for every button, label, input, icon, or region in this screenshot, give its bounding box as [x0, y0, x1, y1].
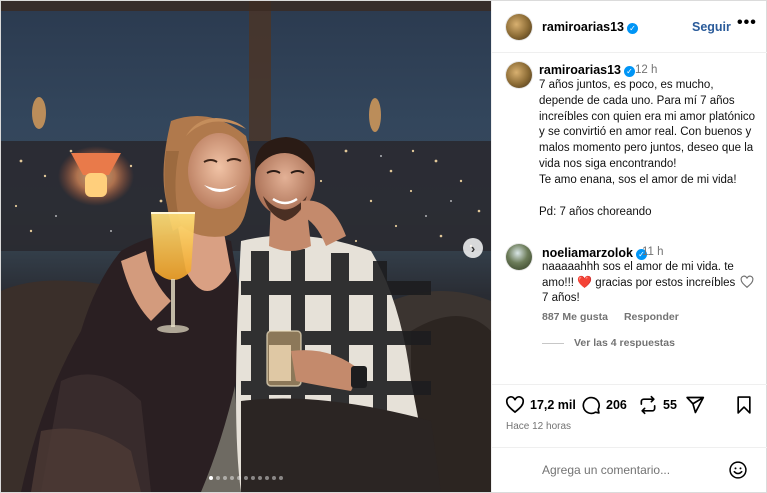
- commenter-username-text[interactable]: noeliamarzolok: [542, 246, 633, 260]
- comments-count: 206: [606, 398, 627, 412]
- carousel-dot: [237, 476, 241, 480]
- comment-like-heart-icon[interactable]: [740, 275, 754, 289]
- carousel-dot: [209, 476, 213, 480]
- like-button[interactable]: 17,2 mil: [505, 395, 576, 415]
- comment-meta: 887 Me gusta Responder: [542, 311, 679, 323]
- carousel-dots: [1, 476, 491, 480]
- comment-input[interactable]: [542, 460, 722, 480]
- carousel-dot: [272, 476, 276, 480]
- add-comment-bar: [492, 447, 767, 492]
- save-button[interactable]: [734, 395, 754, 415]
- commenter-username[interactable]: noeliamarzolok ✓: [542, 246, 647, 260]
- author-username-text[interactable]: ramiroarias13: [542, 20, 624, 34]
- carousel-dot: [216, 476, 220, 480]
- caption-username[interactable]: ramiroarias13 ✓: [539, 63, 636, 77]
- paper-plane-icon: [686, 396, 705, 414]
- emoji-icon[interactable]: [728, 460, 748, 480]
- reposts-count: 55: [663, 398, 677, 412]
- carousel-dot: [230, 476, 234, 480]
- carousel-dot: [244, 476, 248, 480]
- comment-text: naaaaahhh sos el amor de mi vida. te amo…: [542, 260, 740, 306]
- comment-timestamp[interactable]: 11 h: [642, 246, 664, 258]
- caption-body: 7 años juntos, es poco, es mucho, depend…: [539, 79, 756, 186]
- comment-bubble-icon: [582, 396, 600, 415]
- post-photo[interactable]: ›: [1, 1, 491, 492]
- chevron-right-icon: ›: [470, 240, 476, 256]
- post-time-ago[interactable]: Hace 12 horas: [506, 421, 571, 432]
- reply-button[interactable]: Responder: [624, 311, 679, 323]
- red-heart-emoji: ❤️: [577, 275, 593, 289]
- post-header: ramiroarias13 ✓ Seguir •••: [492, 1, 767, 53]
- caption-ps: Pd: 7 años choreando: [539, 205, 652, 218]
- next-image-button[interactable]: ›: [463, 238, 483, 258]
- repost-button[interactable]: 55: [638, 395, 677, 415]
- commenter-avatar[interactable]: [506, 244, 532, 270]
- caption-text: 7 años juntos, es poco, es mucho, depend…: [539, 78, 761, 220]
- bookmark-icon: [737, 396, 751, 414]
- caption-username-text[interactable]: ramiroarias13: [539, 63, 621, 77]
- carousel-dot: [265, 476, 269, 480]
- verified-badge-icon: ✓: [627, 23, 639, 34]
- author-avatar[interactable]: [506, 14, 532, 40]
- post-sidebar: ramiroarias13 ✓ Seguir ••• ramiroarias13 ✓…: [491, 1, 767, 492]
- verified-badge-icon: ✓: [624, 66, 636, 77]
- carousel-dot: [251, 476, 255, 480]
- comment-likes-count[interactable]: 887 Me gusta: [542, 311, 608, 323]
- author-username-header[interactable]: ramiroarias13 ✓: [542, 20, 639, 34]
- follow-button[interactable]: Seguir: [692, 20, 731, 34]
- carousel-dot: [258, 476, 262, 480]
- repost-icon: [640, 395, 656, 415]
- heart-icon: [505, 396, 525, 414]
- carousel-dot: [223, 476, 227, 480]
- likes-count: 17,2 mil: [530, 398, 576, 412]
- caption-timestamp[interactable]: 12 h: [635, 64, 657, 76]
- more-options-icon[interactable]: •••: [737, 14, 757, 32]
- caption-avatar[interactable]: [506, 62, 532, 88]
- view-replies-link[interactable]: Ver las 4 respuestas: [542, 337, 675, 349]
- share-button[interactable]: [685, 395, 705, 415]
- photo-illustration: [1, 1, 491, 492]
- post-actions: 17,2 mil 206 55 Hace 12 horas: [492, 384, 767, 454]
- comment-button[interactable]: 206: [581, 395, 627, 415]
- carousel-dot: [279, 476, 283, 480]
